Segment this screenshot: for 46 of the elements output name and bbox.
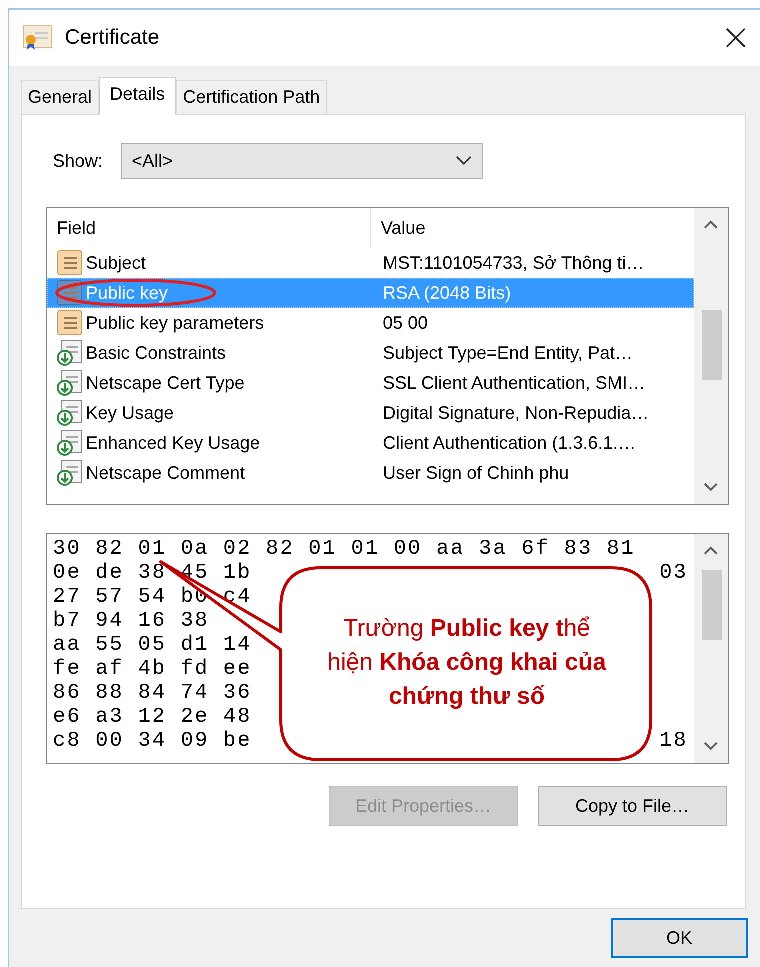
hex-line: aa 55 05 d1 14 (53, 634, 252, 658)
window-title: Certificate (65, 26, 161, 50)
hex-line: 18 (660, 730, 688, 754)
close-icon[interactable] (726, 28, 746, 48)
field-row[interactable]: Basic Constraints Subject Type=End Entity, Pat… (47, 338, 694, 368)
hex-line: 03 (660, 562, 688, 586)
hex-line: 0e de 38 45 1b (53, 562, 252, 586)
field-row[interactable]: Netscape Comment User Sign of Chinh phu (47, 458, 694, 488)
certificate-icon (23, 25, 53, 51)
scrollbar[interactable] (694, 534, 728, 763)
hex-line: fe af 4b fd ee (53, 658, 252, 682)
hex-line: 30 82 01 0a 02 82 01 01 00 aa 3a 6f 83 81 (53, 538, 636, 562)
extension-field-icon (56, 339, 84, 367)
tab[interactable]: General (21, 80, 100, 114)
show-dropdown[interactable]: <All> (121, 143, 484, 179)
tab[interactable]: Certification Path (176, 80, 328, 114)
scroll-up-icon[interactable] (704, 220, 718, 230)
ok-button[interactable]: OK (611, 918, 748, 958)
field-row[interactable]: Netscape Cert Type SSL Client Authentication, SMI… (47, 368, 694, 398)
certificate-field-icon (56, 309, 84, 337)
extension-field-icon (56, 369, 84, 397)
field-row[interactable]: Enhanced Key Usage Client Authentication (1.3.6.1.… (47, 428, 694, 458)
callout-text: Trường Public key thể hiện Khóa công khai của chứng thư số (327, 614, 607, 712)
certificate-field-icon (56, 249, 84, 277)
column-header[interactable]: Value (371, 208, 426, 248)
hex-line: b7 94 16 38 (53, 610, 210, 634)
field-row[interactable]: Public key parameters 05 00 (47, 308, 694, 338)
scrollbar-thumb[interactable] (702, 570, 722, 640)
field-row[interactable]: Subject MST:1101054733, Sở Thông ti… (47, 248, 694, 278)
scrollbar[interactable] (694, 208, 728, 504)
show-label: Show: (53, 150, 104, 172)
column-header[interactable]: Field (47, 208, 371, 248)
extension-field-icon (56, 459, 84, 487)
hex-line: e6 a3 12 2e 48 (53, 706, 252, 730)
hex-line: c8 00 34 09 be (53, 730, 252, 754)
tab[interactable]: Details (99, 77, 176, 115)
hex-line: 86 88 84 74 36 (53, 682, 252, 706)
dropdown-caret-icon (456, 156, 472, 166)
scroll-up-icon[interactable] (704, 546, 718, 556)
scroll-down-icon[interactable] (704, 741, 718, 751)
extension-field-icon (56, 429, 84, 457)
field-row[interactable]: Key Usage Digital Signature, Non-Repudia… (47, 398, 694, 428)
scrollbar-thumb[interactable] (702, 310, 722, 380)
action-button[interactable]: Copy to File… (538, 786, 727, 826)
extension-field-icon (56, 399, 84, 427)
scroll-down-icon[interactable] (704, 482, 718, 492)
